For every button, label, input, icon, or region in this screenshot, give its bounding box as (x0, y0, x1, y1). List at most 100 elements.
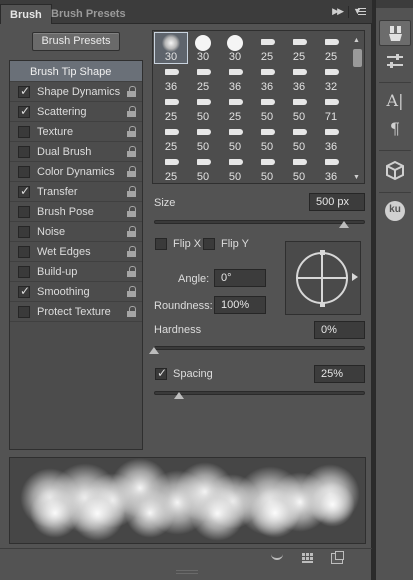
hardness-slider-thumb[interactable] (149, 347, 159, 354)
roundness-handle-bottom[interactable] (320, 302, 325, 307)
brush-tip-cell[interactable]: 25 (315, 33, 347, 63)
brush-presets-button[interactable]: Brush Presets (32, 32, 120, 51)
option-checkbox[interactable] (18, 206, 30, 218)
lock-icon[interactable] (127, 186, 136, 197)
option-noise[interactable]: Noise (10, 222, 142, 242)
option-checkbox[interactable] (18, 284, 30, 298)
spacing-checkbox[interactable] (155, 366, 167, 380)
lock-icon[interactable] (127, 266, 136, 277)
option-shape-dynamics[interactable]: Shape Dynamics (10, 82, 142, 102)
lock-icon[interactable] (127, 126, 136, 137)
lock-icon[interactable] (127, 226, 136, 237)
brush-panel-icon[interactable] (379, 20, 411, 46)
lock-icon[interactable] (127, 166, 136, 177)
option-checkbox[interactable] (18, 306, 30, 318)
option-checkbox[interactable] (18, 84, 30, 98)
brush-tip-cell[interactable]: 30 (219, 33, 251, 63)
brush-tip-cell[interactable]: 25 (283, 33, 315, 63)
option-protect-texture[interactable]: Protect Texture (10, 302, 142, 322)
option-checkbox[interactable] (18, 126, 30, 138)
brush-tip-cell[interactable]: 36 (251, 63, 283, 93)
brush-tip-cell[interactable]: 36 (283, 63, 315, 93)
brush-tip-cell[interactable]: 25 (155, 93, 187, 123)
panel-menu-icon[interactable]: ▼ (348, 6, 366, 18)
hardness-slider[interactable] (154, 346, 365, 350)
option-brush-pose[interactable]: Brush Pose (10, 202, 142, 222)
option-dual-brush[interactable]: Dual Brush (10, 142, 142, 162)
option-checkbox[interactable] (18, 266, 30, 278)
spacing-field[interactable]: 25% (314, 365, 365, 383)
lock-icon[interactable] (127, 306, 136, 317)
size-field[interactable]: 500 px (309, 193, 365, 211)
roundness-handle-top[interactable] (320, 250, 325, 255)
angle-arrow-icon[interactable] (352, 273, 358, 281)
option-checkbox[interactable] (18, 166, 30, 178)
create-new-brush-icon[interactable] (331, 551, 344, 564)
size-slider[interactable] (154, 220, 365, 224)
brush-tip-cell[interactable]: 25 (251, 33, 283, 63)
option-smoothing[interactable]: Smoothing (10, 282, 142, 302)
lock-icon[interactable] (127, 106, 136, 117)
brush-tip-cell[interactable]: 25 (187, 63, 219, 93)
brush-tip-cell[interactable]: 36 (315, 153, 347, 183)
ku-panel-icon[interactable]: ku (379, 198, 411, 224)
option-checkbox[interactable] (18, 146, 30, 158)
scroll-up-icon[interactable]: ▲ (353, 37, 360, 44)
brush-tip-cell[interactable]: 50 (283, 93, 315, 123)
brush-tip-cell[interactable]: 50 (283, 153, 315, 183)
brush-tip-cell[interactable]: 36 (219, 63, 251, 93)
brush-tip-cell[interactable]: 50 (251, 153, 283, 183)
angle-roundness-widget[interactable] (285, 241, 361, 315)
option-scattering[interactable]: Scattering (10, 102, 142, 122)
lock-icon[interactable] (127, 146, 136, 157)
option-checkbox[interactable] (18, 246, 30, 258)
angle-field[interactable]: 0° (214, 269, 266, 287)
brush-tip-cell[interactable]: 50 (283, 123, 315, 153)
resize-grip-icon[interactable] (176, 570, 198, 574)
lock-icon[interactable] (127, 286, 136, 297)
option-checkbox[interactable] (18, 104, 30, 118)
tab-brush-presets[interactable]: Brush Presets (42, 4, 135, 24)
3d-panel-icon[interactable] (379, 158, 411, 184)
brush-tip-cell[interactable]: 50 (219, 153, 251, 183)
brush-tip-cell[interactable]: 36 (315, 123, 347, 153)
roundness-field[interactable]: 100% (214, 296, 266, 314)
size-slider-thumb[interactable] (338, 221, 349, 228)
brush-tip-cell[interactable]: 25 (155, 123, 187, 153)
toggle-live-tip-preview-icon[interactable] (271, 553, 283, 560)
brush-tip-cell[interactable]: 30 (187, 33, 219, 63)
character-panel-icon[interactable]: A| (379, 88, 411, 114)
brush-tip-cell[interactable]: 50 (187, 93, 219, 123)
option-color-dynamics[interactable]: Color Dynamics (10, 162, 142, 182)
grid-scrollbar[interactable]: ▲ ▼ (353, 37, 362, 181)
brush-presets-panel-icon[interactable] (379, 48, 411, 74)
brush-tip-cell[interactable]: 50 (251, 93, 283, 123)
brush-tip-cell[interactable]: 50 (187, 153, 219, 183)
option-transfer[interactable]: Transfer (10, 182, 142, 202)
option-wet-edges[interactable]: Wet Edges (10, 242, 142, 262)
option-texture[interactable]: Texture (10, 122, 142, 142)
scroll-down-icon[interactable]: ▼ (353, 174, 360, 181)
option-checkbox[interactable] (18, 184, 30, 198)
option-build-up[interactable]: Build-up (10, 262, 142, 282)
open-preset-manager-icon[interactable] (302, 553, 314, 564)
option-brush-tip-shape[interactable]: Brush Tip Shape (10, 61, 142, 82)
flip-y-checkbox[interactable] (203, 238, 215, 250)
brush-tip-cell[interactable]: 50 (251, 123, 283, 153)
collapse-arrows-icon[interactable]: ▶▶ (332, 6, 344, 17)
lock-icon[interactable] (127, 206, 136, 217)
brush-tip-cell[interactable]: 32 (315, 63, 347, 93)
option-checkbox[interactable] (18, 226, 30, 238)
brush-tip-cell[interactable]: 30 (154, 32, 188, 64)
lock-icon[interactable] (127, 86, 136, 97)
brush-tip-cell[interactable]: 50 (219, 123, 251, 153)
spacing-slider[interactable] (154, 391, 365, 395)
lock-icon[interactable] (127, 246, 136, 257)
spacing-slider-thumb[interactable] (174, 392, 185, 399)
paragraph-panel-icon[interactable]: ¶ (379, 116, 411, 142)
flip-x-checkbox[interactable] (155, 238, 167, 250)
hardness-field[interactable]: 0% (314, 321, 365, 339)
brush-tip-cell[interactable]: 50 (187, 123, 219, 153)
brush-tip-cell[interactable]: 36 (155, 63, 187, 93)
brush-tip-cell[interactable]: 25 (219, 93, 251, 123)
